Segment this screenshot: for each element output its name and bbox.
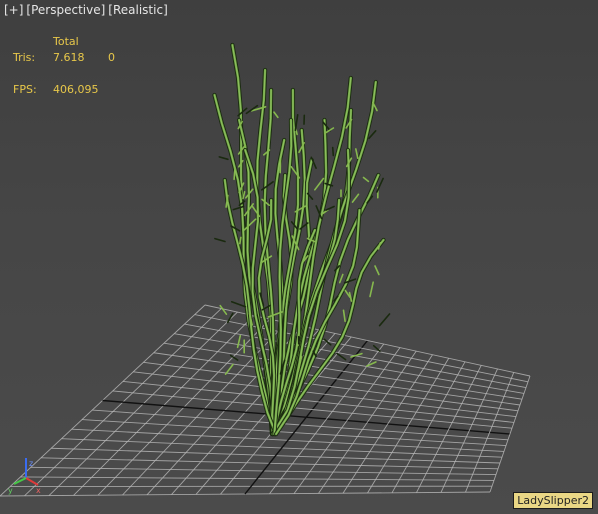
plant-twig — [372, 344, 381, 353]
plant-twig — [378, 313, 391, 327]
plant-twig — [354, 148, 359, 159]
plant-twig — [214, 237, 226, 243]
plant-twig — [374, 265, 380, 276]
plant-twig — [325, 205, 335, 211]
plant-twig — [236, 334, 242, 349]
gizmo-x-label: x — [36, 486, 41, 495]
plant-twig — [273, 111, 279, 119]
plant-twig — [224, 363, 234, 376]
plant-twig — [368, 130, 377, 140]
gizmo-y-label: y — [8, 486, 13, 495]
plant-twig — [331, 146, 335, 157]
plant-twig — [351, 193, 360, 203]
plant-twig — [369, 281, 375, 298]
viewport[interactable]: [+] [Perspective] [Realistic] Total Tris… — [0, 0, 598, 514]
plant-twig — [233, 167, 236, 181]
grid-line — [489, 375, 531, 493]
scene-canvas[interactable]: z x y — [0, 0, 598, 514]
plant-model[interactable] — [212, 42, 391, 437]
plant-twig — [338, 273, 344, 284]
plant-twig — [294, 114, 299, 132]
plant-twig — [362, 176, 370, 183]
plant-twig — [336, 352, 347, 361]
plant-twig — [239, 236, 242, 245]
plant-twig — [342, 309, 346, 323]
selected-object-label: LadySlipper2 — [513, 492, 593, 509]
plant-twig — [218, 156, 229, 161]
plant-twig — [230, 300, 247, 308]
plant-twig — [313, 177, 325, 191]
gizmo-z-label: z — [29, 459, 33, 468]
